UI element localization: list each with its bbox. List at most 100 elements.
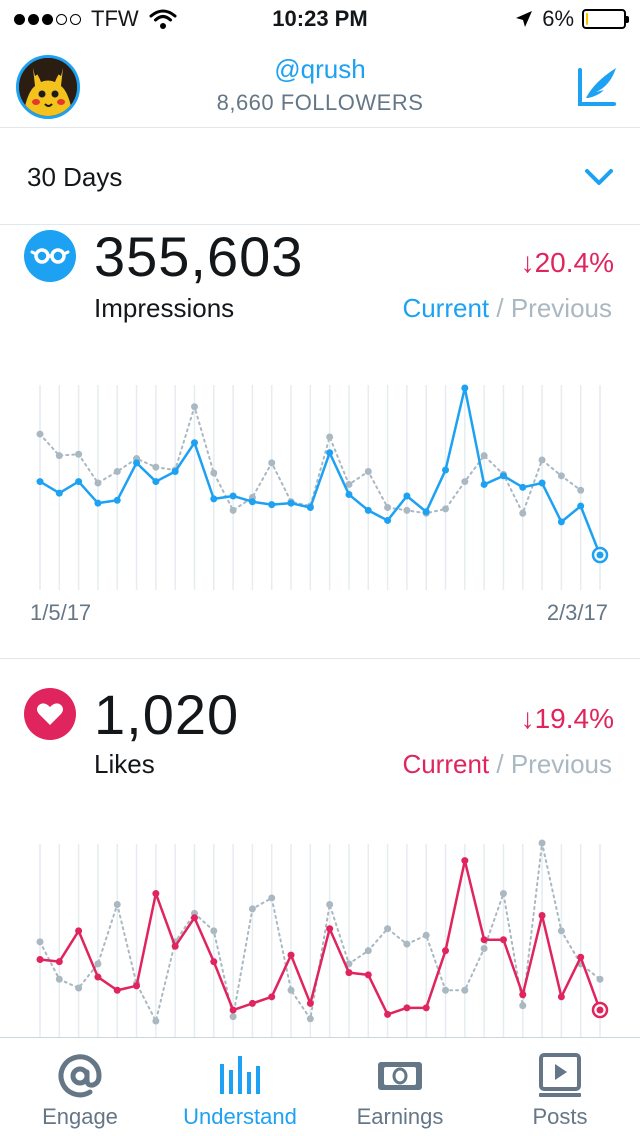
current-data-point bbox=[538, 912, 546, 920]
tab-engage[interactable]: Engage bbox=[0, 1038, 160, 1136]
previous-data-point bbox=[538, 456, 546, 464]
tab-understand[interactable]: Understand bbox=[160, 1038, 320, 1136]
tab-label: Understand bbox=[183, 1104, 297, 1129]
previous-data-point bbox=[75, 450, 83, 458]
current-data-point bbox=[152, 890, 160, 898]
current-data-point bbox=[55, 489, 63, 497]
previous-data-point bbox=[210, 927, 218, 935]
impressions-change-value: 20.4% bbox=[534, 247, 614, 278]
previous-data-point bbox=[557, 927, 565, 935]
previous-data-point bbox=[403, 940, 411, 948]
current-data-point bbox=[306, 503, 314, 511]
current-data-point bbox=[403, 1004, 411, 1012]
current-data-point bbox=[326, 925, 334, 933]
previous-data-point bbox=[210, 469, 218, 477]
previous-data-point bbox=[461, 986, 469, 994]
x-axis-start-label: 1/5/17 bbox=[30, 600, 92, 625]
profile-header: @qrush 8,660 FOLLOWERS bbox=[0, 40, 640, 128]
legend-previous: Previous bbox=[510, 749, 612, 779]
previous-data-point bbox=[268, 894, 276, 902]
current-data-point bbox=[268, 993, 276, 1001]
previous-data-point bbox=[36, 938, 44, 946]
current-data-point bbox=[461, 857, 469, 865]
current-data-point bbox=[229, 492, 237, 500]
current-data-point bbox=[384, 516, 392, 524]
current-data-point bbox=[133, 982, 141, 990]
money-icon bbox=[378, 1062, 422, 1090]
previous-data-point bbox=[190, 403, 198, 411]
chevron-down-icon[interactable] bbox=[584, 165, 614, 189]
previous-data-point bbox=[442, 505, 450, 513]
status-bar: TFW 10:23 PM 6% bbox=[0, 0, 640, 40]
arrow-down-icon: ↓ bbox=[520, 703, 535, 734]
at-icon bbox=[58, 1054, 102, 1098]
previous-data-point bbox=[152, 1017, 160, 1025]
tab-label: Earnings bbox=[356, 1104, 444, 1129]
previous-data-point bbox=[480, 452, 488, 460]
likes-value: 1,020 bbox=[94, 683, 240, 746]
follower-count: 8,660 FOLLOWERS bbox=[216, 90, 424, 115]
previous-data-point bbox=[519, 509, 527, 517]
current-data-point bbox=[75, 478, 83, 486]
current-data-point bbox=[171, 468, 179, 475]
current-data-point bbox=[461, 384, 469, 392]
previous-data-point bbox=[113, 468, 121, 475]
likes-chart[interactable] bbox=[0, 838, 640, 1037]
current-data-point bbox=[210, 495, 218, 503]
previous-data-point bbox=[113, 901, 121, 909]
previous-data-point bbox=[36, 430, 44, 438]
current-data-point bbox=[287, 499, 295, 507]
glasses-icon bbox=[24, 230, 76, 282]
previous-data-point bbox=[384, 925, 392, 933]
current-data-point bbox=[306, 999, 314, 1007]
battery-icon bbox=[582, 9, 629, 29]
tab-posts[interactable]: Posts bbox=[480, 1038, 640, 1136]
current-data-point bbox=[403, 492, 411, 500]
current-data-point bbox=[268, 501, 276, 509]
date-range-selector[interactable]: 30 Days bbox=[0, 129, 640, 225]
previous-data-point bbox=[55, 975, 63, 983]
current-data-point bbox=[171, 942, 179, 950]
previous-data-point bbox=[326, 433, 334, 441]
compose-icon[interactable] bbox=[576, 62, 622, 108]
current-data-point bbox=[499, 472, 507, 480]
impressions-change: ↓20.4% bbox=[521, 247, 614, 279]
video-icon bbox=[539, 1053, 581, 1097]
previous-series-line bbox=[39, 842, 601, 1024]
tab-earnings[interactable]: Earnings bbox=[320, 1038, 480, 1136]
current-data-point bbox=[152, 478, 160, 486]
current-data-point bbox=[229, 1006, 237, 1014]
previous-data-point bbox=[557, 472, 565, 480]
likes-change-value: 19.4% bbox=[534, 703, 614, 734]
previous-data-point bbox=[152, 463, 160, 471]
current-data-point bbox=[557, 518, 565, 526]
previous-data-point bbox=[364, 468, 372, 475]
current-data-point bbox=[36, 955, 44, 963]
impressions-chart[interactable] bbox=[0, 370, 640, 590]
previous-data-point bbox=[519, 1002, 527, 1010]
current-data-point bbox=[596, 551, 604, 559]
battery-percent: 6% bbox=[542, 6, 574, 31]
current-data-point bbox=[519, 991, 527, 999]
current-data-point bbox=[345, 491, 353, 499]
previous-data-point bbox=[596, 975, 604, 983]
legend-current: Current bbox=[402, 293, 490, 323]
current-data-point bbox=[210, 958, 218, 966]
previous-data-point bbox=[384, 503, 392, 511]
likes-label: Likes bbox=[94, 749, 155, 779]
impressions-value: 355,603 bbox=[94, 225, 304, 288]
current-data-point bbox=[190, 914, 198, 922]
previous-data-point bbox=[229, 1013, 237, 1021]
current-data-point bbox=[577, 502, 585, 510]
current-data-point bbox=[499, 936, 507, 944]
previous-data-point bbox=[326, 901, 334, 909]
legend-separator: / bbox=[496, 293, 504, 323]
current-data-point bbox=[480, 480, 488, 488]
current-data-point bbox=[248, 999, 256, 1007]
heart-icon bbox=[24, 688, 76, 740]
impressions-legend: Current / Previous bbox=[402, 293, 612, 324]
current-data-point bbox=[113, 986, 121, 994]
current-data-point bbox=[55, 958, 63, 966]
profile-handle[interactable]: @qrush bbox=[0, 54, 640, 85]
current-series-line bbox=[39, 859, 602, 1016]
